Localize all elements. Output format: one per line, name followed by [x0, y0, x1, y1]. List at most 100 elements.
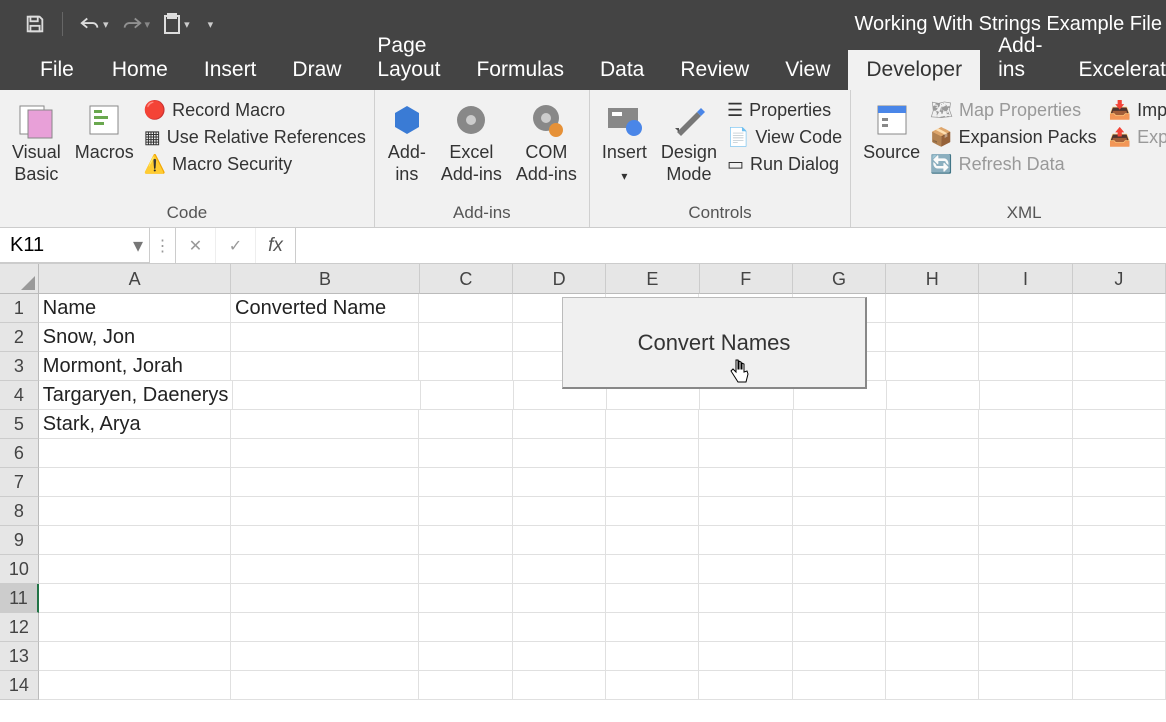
select-all-corner[interactable] — [0, 264, 39, 294]
fx-icon[interactable]: fx — [256, 228, 296, 263]
cell-H6[interactable] — [886, 439, 979, 468]
cell-A7[interactable] — [39, 468, 231, 497]
refresh-data-button[interactable]: 🔄Refresh Data — [930, 154, 1097, 175]
row-header-5[interactable]: 5 — [0, 410, 39, 439]
source-button[interactable]: Source — [859, 98, 924, 166]
row-header-11[interactable]: 11 — [0, 584, 39, 613]
cell-G5[interactable] — [793, 410, 886, 439]
cell-J5[interactable] — [1073, 410, 1166, 439]
cell-J14[interactable] — [1073, 671, 1166, 700]
cell-J6[interactable] — [1073, 439, 1166, 468]
cell-E13[interactable] — [606, 642, 699, 671]
cell-I2[interactable] — [979, 323, 1072, 352]
cell-F11[interactable] — [699, 584, 792, 613]
col-header-A[interactable]: A — [39, 264, 231, 294]
cell-C12[interactable] — [419, 613, 512, 642]
col-header-J[interactable]: J — [1073, 264, 1166, 294]
cell-A10[interactable] — [39, 555, 231, 584]
col-header-I[interactable]: I — [979, 264, 1072, 294]
cell-I7[interactable] — [979, 468, 1072, 497]
cell-B12[interactable] — [231, 613, 419, 642]
cell-B1[interactable]: Converted Name — [231, 294, 419, 323]
cell-D13[interactable] — [513, 642, 606, 671]
com-addins-button[interactable]: COM Add-ins — [512, 98, 581, 187]
tab-formulas[interactable]: Formulas — [458, 50, 582, 90]
cell-F9[interactable] — [699, 526, 792, 555]
insert-control-button[interactable]: Insert▾ — [598, 98, 651, 187]
cell-H12[interactable] — [886, 613, 979, 642]
tab-file[interactable]: File — [20, 50, 94, 90]
redo-icon[interactable]: ▾ — [121, 15, 151, 33]
cell-I8[interactable] — [979, 497, 1072, 526]
cell-F6[interactable] — [699, 439, 792, 468]
cell-H11[interactable] — [886, 584, 979, 613]
cell-D8[interactable] — [513, 497, 606, 526]
tab-data[interactable]: Data — [582, 50, 662, 90]
tab-draw[interactable]: Draw — [274, 50, 359, 90]
use-relative-button[interactable]: ▦Use Relative References — [144, 127, 366, 148]
run-dialog-button[interactable]: ▭Run Dialog — [727, 154, 842, 175]
cell-J2[interactable] — [1073, 323, 1166, 352]
design-mode-button[interactable]: Design Mode — [657, 98, 721, 187]
cell-C8[interactable] — [419, 497, 512, 526]
cell-A6[interactable] — [39, 439, 231, 468]
cell-G8[interactable] — [793, 497, 886, 526]
cell-C3[interactable] — [419, 352, 512, 381]
tab-developer[interactable]: Developer — [848, 50, 980, 90]
tab-review[interactable]: Review — [662, 50, 767, 90]
cell-D6[interactable] — [513, 439, 606, 468]
tab-insert[interactable]: Insert — [186, 50, 275, 90]
cell-C7[interactable] — [419, 468, 512, 497]
col-header-H[interactable]: H — [886, 264, 979, 294]
cell-I13[interactable] — [979, 642, 1072, 671]
cell-G7[interactable] — [793, 468, 886, 497]
tab-add-ins[interactable]: Add-ins — [980, 26, 1060, 90]
row-header-3[interactable]: 3 — [0, 352, 39, 381]
cell-J11[interactable] — [1073, 584, 1166, 613]
cell-H1[interactable] — [886, 294, 979, 323]
cell-G10[interactable] — [793, 555, 886, 584]
cell-I6[interactable] — [979, 439, 1072, 468]
cell-A14[interactable] — [39, 671, 231, 700]
cell-I11[interactable] — [979, 584, 1072, 613]
cell-A13[interactable] — [39, 642, 231, 671]
cell-H9[interactable] — [886, 526, 979, 555]
cell-H2[interactable] — [886, 323, 979, 352]
cell-E10[interactable] — [606, 555, 699, 584]
cell-B4[interactable] — [233, 381, 421, 410]
macro-security-button[interactable]: ⚠️Macro Security — [144, 154, 366, 175]
cell-H7[interactable] — [886, 468, 979, 497]
cell-E8[interactable] — [606, 497, 699, 526]
cell-E5[interactable] — [606, 410, 699, 439]
col-header-C[interactable]: C — [420, 264, 513, 294]
cell-A11[interactable] — [39, 584, 231, 613]
record-macro-button[interactable]: 🔴Record Macro — [144, 100, 366, 121]
clipboard-icon[interactable]: ▾ — [162, 13, 190, 35]
cell-H4[interactable] — [887, 381, 980, 410]
chevron-down-icon[interactable]: ▾ — [133, 233, 143, 258]
row-header-4[interactable]: 4 — [0, 381, 39, 410]
row-header-9[interactable]: 9 — [0, 526, 39, 555]
cell-C5[interactable] — [419, 410, 512, 439]
cell-C10[interactable] — [419, 555, 512, 584]
cell-H5[interactable] — [886, 410, 979, 439]
cell-I14[interactable] — [979, 671, 1072, 700]
tab-home[interactable]: Home — [94, 50, 186, 90]
cell-E11[interactable] — [606, 584, 699, 613]
col-header-E[interactable]: E — [606, 264, 699, 294]
cell-I1[interactable] — [979, 294, 1072, 323]
row-header-13[interactable]: 13 — [0, 642, 39, 671]
cell-J4[interactable] — [1073, 381, 1166, 410]
cell-G12[interactable] — [793, 613, 886, 642]
cell-J7[interactable] — [1073, 468, 1166, 497]
cell-B11[interactable] — [231, 584, 419, 613]
cell-A5[interactable]: Stark, Arya — [39, 410, 231, 439]
cell-D14[interactable] — [513, 671, 606, 700]
cell-J12[interactable] — [1073, 613, 1166, 642]
expansion-packs-button[interactable]: 📦Expansion Packs — [930, 127, 1097, 148]
excel-addins-button[interactable]: Excel Add-ins — [437, 98, 506, 187]
row-header-7[interactable]: 7 — [0, 468, 39, 497]
cell-A12[interactable] — [39, 613, 231, 642]
cell-B10[interactable] — [231, 555, 419, 584]
map-properties-button[interactable]: 🗺Map Properties — [930, 100, 1097, 121]
